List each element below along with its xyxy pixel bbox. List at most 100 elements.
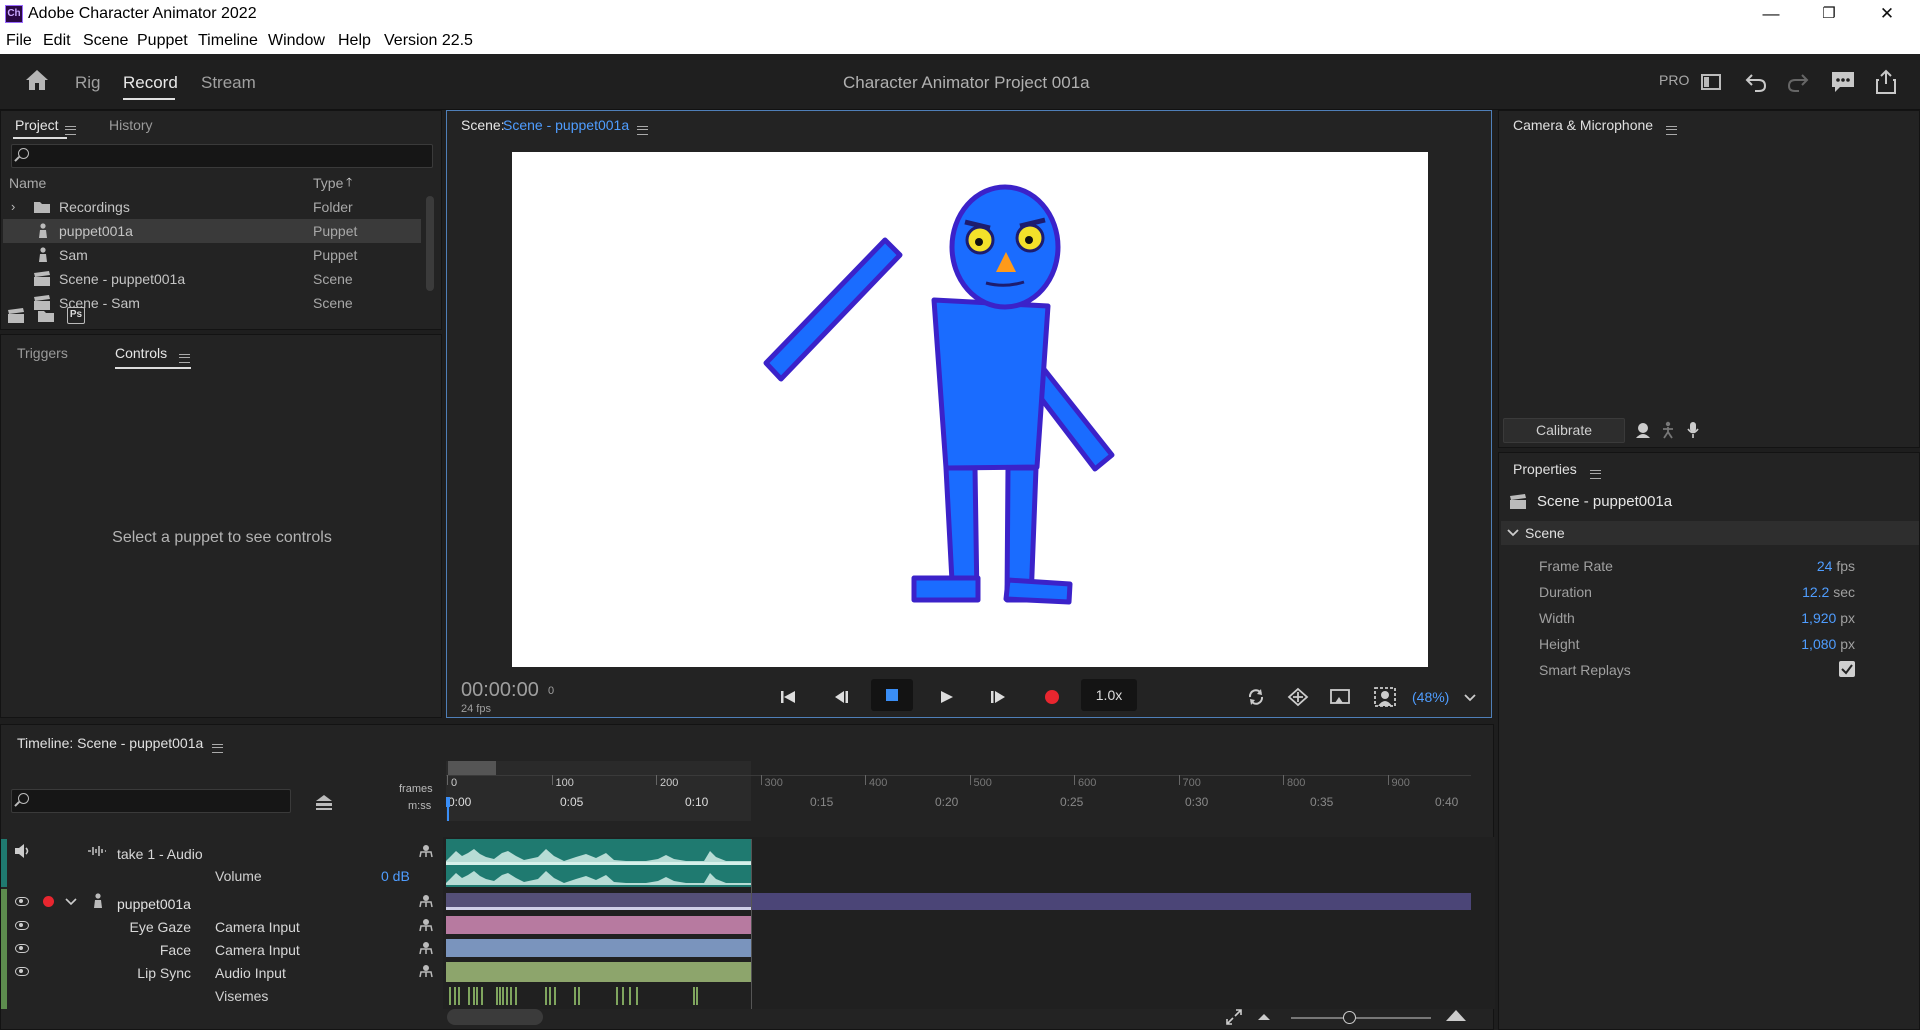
- lip-sync-clip[interactable]: [446, 962, 751, 982]
- take-selector-icon[interactable]: [418, 844, 434, 858]
- puppet-take-bar[interactable]: [446, 893, 751, 910]
- timeline-horizontal-scrollbar[interactable]: [447, 1009, 543, 1025]
- step-forward-icon[interactable]: [990, 689, 1008, 705]
- workspace-layout-icon[interactable]: [1700, 72, 1722, 92]
- column-type[interactable]: Type: [313, 175, 343, 191]
- visibility-eye-icon[interactable]: [15, 944, 29, 953]
- blank-background-icon[interactable]: [1373, 686, 1397, 708]
- audio-track-name[interactable]: take 1 - Audio: [117, 846, 203, 862]
- properties-section-header[interactable]: Scene: [1501, 521, 1919, 545]
- pro-label[interactable]: PRO: [1659, 72, 1689, 88]
- timecode[interactable]: 00:00:00: [461, 679, 539, 702]
- column-name[interactable]: Name: [9, 175, 46, 191]
- visemes-clip[interactable]: [446, 985, 751, 1007]
- stop-button[interactable]: [871, 679, 913, 711]
- list-item[interactable]: › Recordings Folder: [3, 195, 421, 219]
- chevron-right-icon[interactable]: ›: [11, 199, 15, 214]
- menu-help[interactable]: Help: [338, 32, 371, 50]
- chevron-down-icon[interactable]: [65, 898, 77, 907]
- controls-menu-icon[interactable]: [179, 353, 190, 363]
- microphone-icon[interactable]: [1686, 421, 1700, 439]
- puppet-track-name[interactable]: puppet001a: [117, 896, 191, 912]
- menu-scene[interactable]: Scene: [83, 32, 128, 50]
- project-search-input[interactable]: [11, 144, 433, 168]
- menu-edit[interactable]: Edit: [43, 32, 71, 50]
- camera-toggle-icon[interactable]: [1634, 421, 1652, 439]
- list-item[interactable]: puppet001a Puppet: [3, 219, 421, 243]
- tab-rig[interactable]: Rig: [75, 73, 101, 93]
- list-item[interactable]: Sam Puppet: [3, 243, 421, 267]
- properties-menu-icon[interactable]: [1590, 469, 1601, 479]
- play-icon[interactable]: [938, 689, 954, 705]
- restore-button[interactable]: ❐: [1800, 0, 1858, 28]
- feedback-icon[interactable]: [1830, 70, 1856, 94]
- go-to-start-icon[interactable]: [780, 689, 796, 705]
- time-tick-label: 0:10: [685, 795, 709, 809]
- playback-speed[interactable]: 1.0x: [1081, 679, 1137, 711]
- zoom-slider-track[interactable]: [1291, 1017, 1431, 1019]
- visibility-eye-icon[interactable]: [15, 921, 29, 930]
- tab-history[interactable]: History: [109, 117, 153, 133]
- list-item[interactable]: Scene - Sam Scene: [3, 291, 421, 313]
- home-icon[interactable]: [24, 68, 50, 92]
- property-label: Width: [1539, 610, 1575, 626]
- tab-project[interactable]: Project: [15, 117, 59, 133]
- tab-record[interactable]: Record: [123, 73, 178, 93]
- menu-window[interactable]: Window: [268, 32, 325, 50]
- audio-clip[interactable]: [446, 839, 751, 887]
- record-icon[interactable]: [1044, 689, 1060, 705]
- tab-triggers[interactable]: Triggers: [17, 345, 68, 361]
- property-value[interactable]: 24 fps: [1817, 558, 1855, 574]
- take-selector-icon[interactable]: [418, 941, 434, 955]
- puppet-canvas[interactable]: [512, 152, 1428, 667]
- arm-puppet-icon[interactable]: [1287, 687, 1309, 707]
- property-value[interactable]: 1,080 px: [1801, 636, 1855, 652]
- zoom-out-mountain-icon[interactable]: [1257, 1011, 1271, 1021]
- take-selector-icon[interactable]: [418, 894, 434, 908]
- body-tracking-icon[interactable]: [1661, 421, 1675, 439]
- stream-output-icon[interactable]: [1329, 687, 1351, 707]
- scene-stage[interactable]: [512, 152, 1428, 667]
- minimize-button[interactable]: —: [1742, 0, 1800, 28]
- new-folder-icon[interactable]: [37, 309, 55, 323]
- menu-puppet[interactable]: Puppet: [137, 32, 188, 50]
- tab-stream[interactable]: Stream: [201, 73, 256, 93]
- visibility-eye-icon[interactable]: [15, 967, 29, 976]
- speaker-icon[interactable]: [13, 843, 33, 859]
- list-item[interactable]: Scene - puppet001a Scene: [3, 267, 421, 291]
- menu-timeline[interactable]: Timeline: [198, 32, 258, 50]
- volume-value[interactable]: 0 dB: [381, 868, 410, 884]
- project-scrollbar[interactable]: [426, 196, 434, 291]
- new-scene-icon[interactable]: [7, 308, 25, 324]
- share-icon[interactable]: [1874, 69, 1898, 95]
- visibility-eye-icon[interactable]: [15, 897, 29, 906]
- time-ruler[interactable]: 0 100 200 300 400 500 600 700 800 900 0:00 0:05 0:10…: [1, 725, 1495, 825]
- scene-name[interactable]: Scene - puppet001a: [503, 117, 629, 133]
- project-menu-icon[interactable]: [65, 125, 76, 135]
- redo-icon[interactable]: [1786, 71, 1810, 93]
- smart-replays-checkbox[interactable]: [1839, 661, 1855, 677]
- property-value[interactable]: 1,920 px: [1801, 610, 1855, 626]
- zoom-slider-thumb[interactable]: [1343, 1011, 1356, 1024]
- loop-icon[interactable]: [1247, 688, 1265, 706]
- zoom-dropdown-chevron-icon[interactable]: [1463, 693, 1477, 703]
- close-button[interactable]: ✕: [1858, 0, 1916, 28]
- calibrate-button[interactable]: Calibrate: [1503, 418, 1625, 443]
- take-selector-icon[interactable]: [418, 964, 434, 978]
- menu-file[interactable]: File: [6, 32, 32, 50]
- record-arm-icon[interactable]: [43, 896, 54, 907]
- undo-icon[interactable]: [1744, 71, 1768, 93]
- zoom-level[interactable]: (48%): [1412, 689, 1449, 705]
- take-selector-icon[interactable]: [418, 918, 434, 932]
- zoom-in-mountain-icon[interactable]: [1445, 1008, 1467, 1022]
- eye-gaze-clip[interactable]: [446, 916, 751, 934]
- tab-controls[interactable]: Controls: [115, 345, 167, 361]
- camera-menu-icon[interactable]: [1666, 125, 1677, 135]
- photoshop-import-icon[interactable]: Ps: [67, 307, 85, 324]
- playhead[interactable]: [446, 797, 450, 807]
- property-value[interactable]: 12.2 sec: [1802, 584, 1855, 600]
- fit-to-window-icon[interactable]: [1225, 1008, 1243, 1026]
- step-back-icon[interactable]: [833, 689, 849, 705]
- face-clip[interactable]: [446, 939, 751, 957]
- scene-menu-icon[interactable]: [637, 125, 648, 135]
